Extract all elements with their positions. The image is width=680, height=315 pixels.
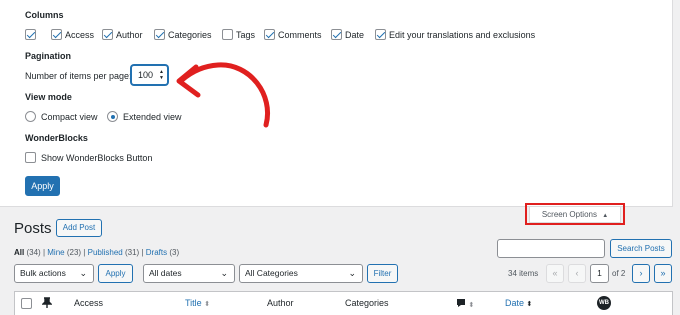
wonderblocks-heading: WonderBlocks <box>25 133 88 143</box>
total-pages-label: of 2 <box>612 269 626 278</box>
column-header-access: Access <box>74 298 104 308</box>
column-header-author: Author <box>267 298 294 308</box>
dates-filter-value: All dates <box>149 268 182 278</box>
pin-icon <box>42 297 52 308</box>
search-posts-input[interactable] <box>497 239 605 258</box>
page-title: Posts <box>14 220 52 237</box>
filter-published-count: (31) <box>124 248 140 257</box>
column-checkbox-unlabeled[interactable] <box>25 29 36 40</box>
column-checkbox-translations[interactable] <box>375 29 386 40</box>
post-status-filters: All (34) | Mine (23) | Published (31) | … <box>14 248 179 257</box>
comment-icon <box>457 299 465 307</box>
filter-drafts-link[interactable]: Drafts <box>146 248 167 257</box>
bulk-actions-value: Bulk actions <box>20 268 66 278</box>
filter-separator: | <box>141 248 144 257</box>
items-per-page-label: Number of items per page: <box>25 71 132 81</box>
filter-separator: | <box>42 248 46 257</box>
column-label-author: Author <box>116 30 143 40</box>
filter-button[interactable]: Filter <box>367 264 398 283</box>
column-label-categories: Categories <box>168 30 212 40</box>
column-checkbox-categories[interactable] <box>154 29 165 40</box>
sort-icon: ⬍ <box>526 301 533 308</box>
bulk-apply-button[interactable]: Apply <box>98 264 133 283</box>
column-checkbox-author[interactable] <box>102 29 113 40</box>
categories-filter-value: All Categories <box>245 268 298 278</box>
column-label-comments: Comments <box>278 30 322 40</box>
column-label-translations: Edit your translations and exclusions <box>389 30 536 40</box>
columns-heading: Columns <box>25 10 64 20</box>
column-header-title[interactable]: Title ⬍ <box>185 298 210 308</box>
wonderblocks-logo-icon: WB <box>597 296 611 310</box>
column-header-date-label: Date <box>505 298 525 308</box>
sort-icon: ⬍ <box>204 301 211 308</box>
filter-all-count: (34) <box>26 248 41 257</box>
current-page-input[interactable]: 1 <box>590 264 609 283</box>
column-header-title-label: Title <box>185 298 202 308</box>
extended-view-radio[interactable] <box>107 111 118 122</box>
items-per-page-input[interactable]: 100 ▲ ▼ <box>131 65 168 85</box>
screen-options-highlight <box>525 203 625 225</box>
chevron-down-icon: ⌄ <box>79 268 87 278</box>
categories-filter-select[interactable]: All Categories ⌄ <box>239 264 363 283</box>
search-posts-button[interactable]: Search Posts <box>610 239 672 258</box>
first-page-button[interactable]: « <box>546 264 564 283</box>
chevron-down-icon: ⌄ <box>220 268 228 278</box>
apply-screen-options-button[interactable]: Apply <box>25 176 60 196</box>
items-count: 34 items <box>508 269 539 278</box>
wonderblocks-label: Show WonderBlocks Button <box>41 153 153 163</box>
chevron-down-icon: ⌄ <box>348 268 356 278</box>
filter-drafts-count: (3) <box>169 248 180 257</box>
compact-view-radio[interactable] <box>25 111 36 122</box>
last-page-button[interactable]: » <box>654 264 672 283</box>
wonderblocks-checkbox[interactable] <box>25 152 36 163</box>
column-header-date[interactable]: Date ⬍ <box>505 298 532 308</box>
view-mode-heading: View mode <box>25 92 72 102</box>
prev-page-button[interactable]: ‹ <box>568 264 586 283</box>
filter-separator: | <box>83 248 86 257</box>
items-per-page-value: 100 <box>138 70 154 80</box>
select-all-checkbox[interactable] <box>21 298 32 309</box>
column-checkbox-tags[interactable] <box>222 29 233 40</box>
column-label-access: Access <box>65 30 95 40</box>
column-label-tags: Tags <box>236 30 256 40</box>
next-page-button[interactable]: › <box>632 264 650 283</box>
column-header-comments[interactable]: ⬍ <box>456 298 474 309</box>
filter-mine-link[interactable]: Mine <box>47 248 64 257</box>
compact-view-label: Compact view <box>41 112 98 122</box>
add-post-button[interactable]: Add Post <box>56 219 102 237</box>
column-checkbox-access[interactable] <box>51 29 62 40</box>
screen-options-panel: Columns Access Author Categories Tags Co… <box>0 0 673 207</box>
annotation-arrow-icon <box>176 62 270 128</box>
bulk-actions-select[interactable]: Bulk actions ⌄ <box>14 264 94 283</box>
filter-mine-count: (23) <box>66 248 82 257</box>
current-page-value: 1 <box>597 268 602 278</box>
spinner-arrows-icon[interactable]: ▲ ▼ <box>159 69 164 81</box>
sort-icon: ⬍ <box>468 302 475 309</box>
column-checkbox-comments[interactable] <box>264 29 275 40</box>
column-label-date: Date <box>345 30 365 40</box>
pagination-heading: Pagination <box>25 51 72 61</box>
posts-table-header: Access Title ⬍ Author Categories ⬍ Date … <box>14 291 673 315</box>
filter-published-link[interactable]: Published <box>88 248 123 257</box>
dates-filter-select[interactable]: All dates ⌄ <box>143 264 235 283</box>
filter-all-link[interactable]: All <box>14 248 24 257</box>
column-header-categories: Categories <box>345 298 389 308</box>
column-checkbox-date[interactable] <box>331 29 342 40</box>
